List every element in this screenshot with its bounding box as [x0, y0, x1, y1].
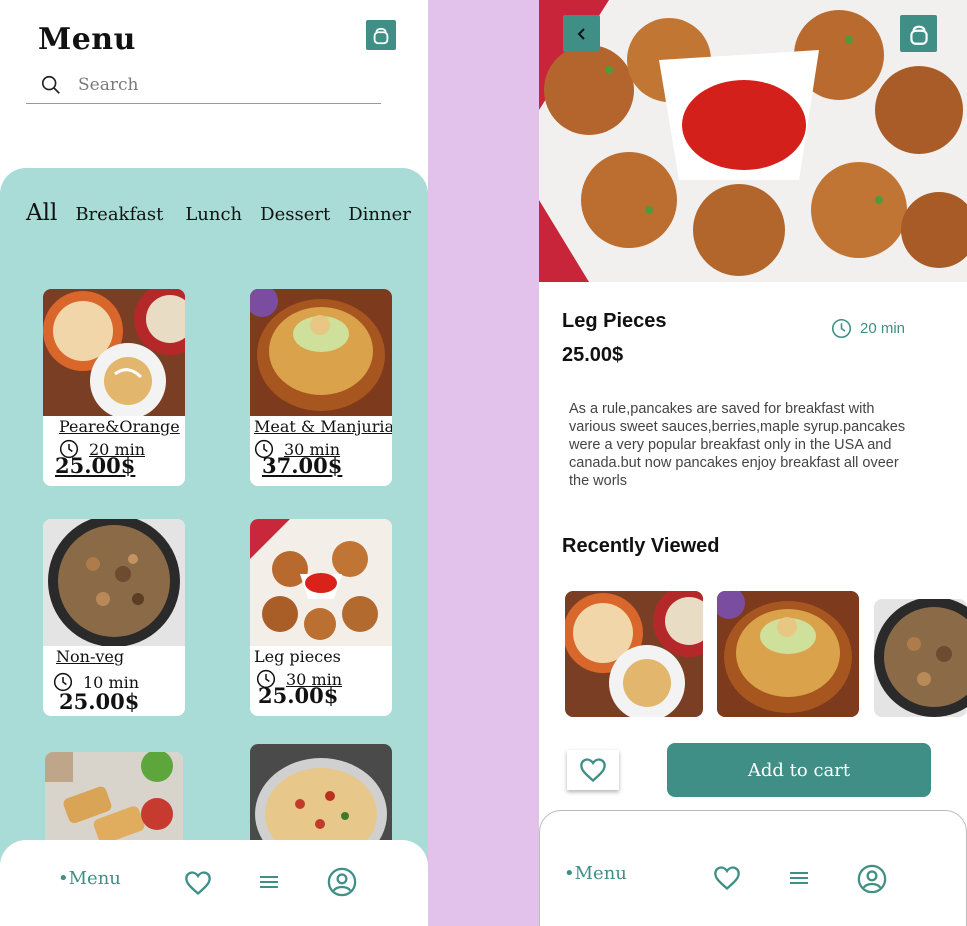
- recent-item[interactable]: [874, 599, 967, 717]
- profile-icon[interactable]: [857, 864, 887, 894]
- detail-screen: Leg Pieces 25.00$ 20 min As a rule,panca…: [539, 0, 967, 926]
- heart-icon[interactable]: [184, 870, 212, 896]
- item-description: As a rule,pancakes are saved for breakfa…: [569, 401, 906, 489]
- bottom-nav: •Menu: [539, 810, 967, 926]
- nav-menu[interactable]: •Menu: [564, 863, 627, 884]
- food-name: Leg pieces: [254, 647, 341, 666]
- clock-icon: [831, 318, 852, 339]
- hamburger-icon[interactable]: [788, 869, 810, 887]
- food-card[interactable]: Non-veg 10 min 25.00$: [43, 519, 185, 716]
- food-price: 25.00$: [55, 453, 136, 478]
- cart-button[interactable]: [366, 20, 396, 50]
- food-image: [43, 289, 185, 416]
- food-name: Meat & Manjuria: [254, 417, 392, 436]
- food-card[interactable]: Peare&Orange 20 min 25.00$: [43, 289, 185, 486]
- bottom-nav: •Menu: [0, 840, 428, 926]
- category-tabs: All Breakfast Lunch Dessert Dinner: [26, 200, 416, 226]
- item-time-text: 20 min: [860, 320, 906, 337]
- heart-icon: [580, 758, 606, 783]
- food-card[interactable]: Leg pieces 30 min 25.00$: [250, 519, 392, 716]
- food-price: 25.00$: [258, 683, 339, 708]
- tab-breakfast[interactable]: Breakfast: [75, 204, 163, 225]
- profile-icon[interactable]: [327, 867, 357, 897]
- tab-dinner[interactable]: Dinner: [348, 204, 411, 225]
- food-price: 25.00$: [59, 689, 140, 714]
- hero-image: [539, 0, 967, 282]
- heart-icon[interactable]: [713, 865, 741, 891]
- recently-viewed-heading: Recently Viewed: [562, 535, 720, 557]
- food-name: Peare&Orange: [59, 417, 180, 436]
- food-price: 37.00$: [262, 453, 343, 478]
- bag-icon: [373, 27, 389, 45]
- menu-screen: Menu All Breakfast Lunch Dessert Dinner …: [0, 0, 428, 926]
- search-icon[interactable]: [40, 74, 62, 96]
- favorite-button[interactable]: [567, 750, 619, 790]
- divider-band: [428, 0, 539, 926]
- item-time: 20 min: [831, 318, 905, 339]
- food-card[interactable]: Meat & Manjuria 30 min 37.00$: [250, 289, 392, 486]
- search-input[interactable]: [78, 74, 358, 95]
- bag-icon: [909, 25, 928, 45]
- recent-item[interactable]: [717, 591, 859, 717]
- food-name: Non-veg: [56, 647, 125, 666]
- back-button[interactable]: [563, 15, 600, 52]
- recent-item[interactable]: [565, 591, 703, 717]
- tab-lunch[interactable]: Lunch: [185, 204, 242, 225]
- search-bar: [26, 66, 381, 104]
- cart-button[interactable]: [900, 15, 937, 52]
- tab-all[interactable]: All: [26, 200, 57, 226]
- hamburger-icon[interactable]: [258, 873, 280, 891]
- tab-dessert[interactable]: Dessert: [260, 204, 330, 225]
- add-to-cart-button[interactable]: Add to cart: [667, 743, 931, 797]
- page-title: Menu: [38, 22, 136, 57]
- item-title: Leg Pieces: [562, 310, 667, 332]
- food-image: [43, 519, 185, 646]
- back-arrow-icon: [577, 27, 585, 40]
- food-image: [250, 519, 392, 646]
- food-image: [250, 289, 392, 416]
- item-price: 25.00$: [562, 344, 624, 366]
- nav-menu[interactable]: •Menu: [58, 868, 121, 889]
